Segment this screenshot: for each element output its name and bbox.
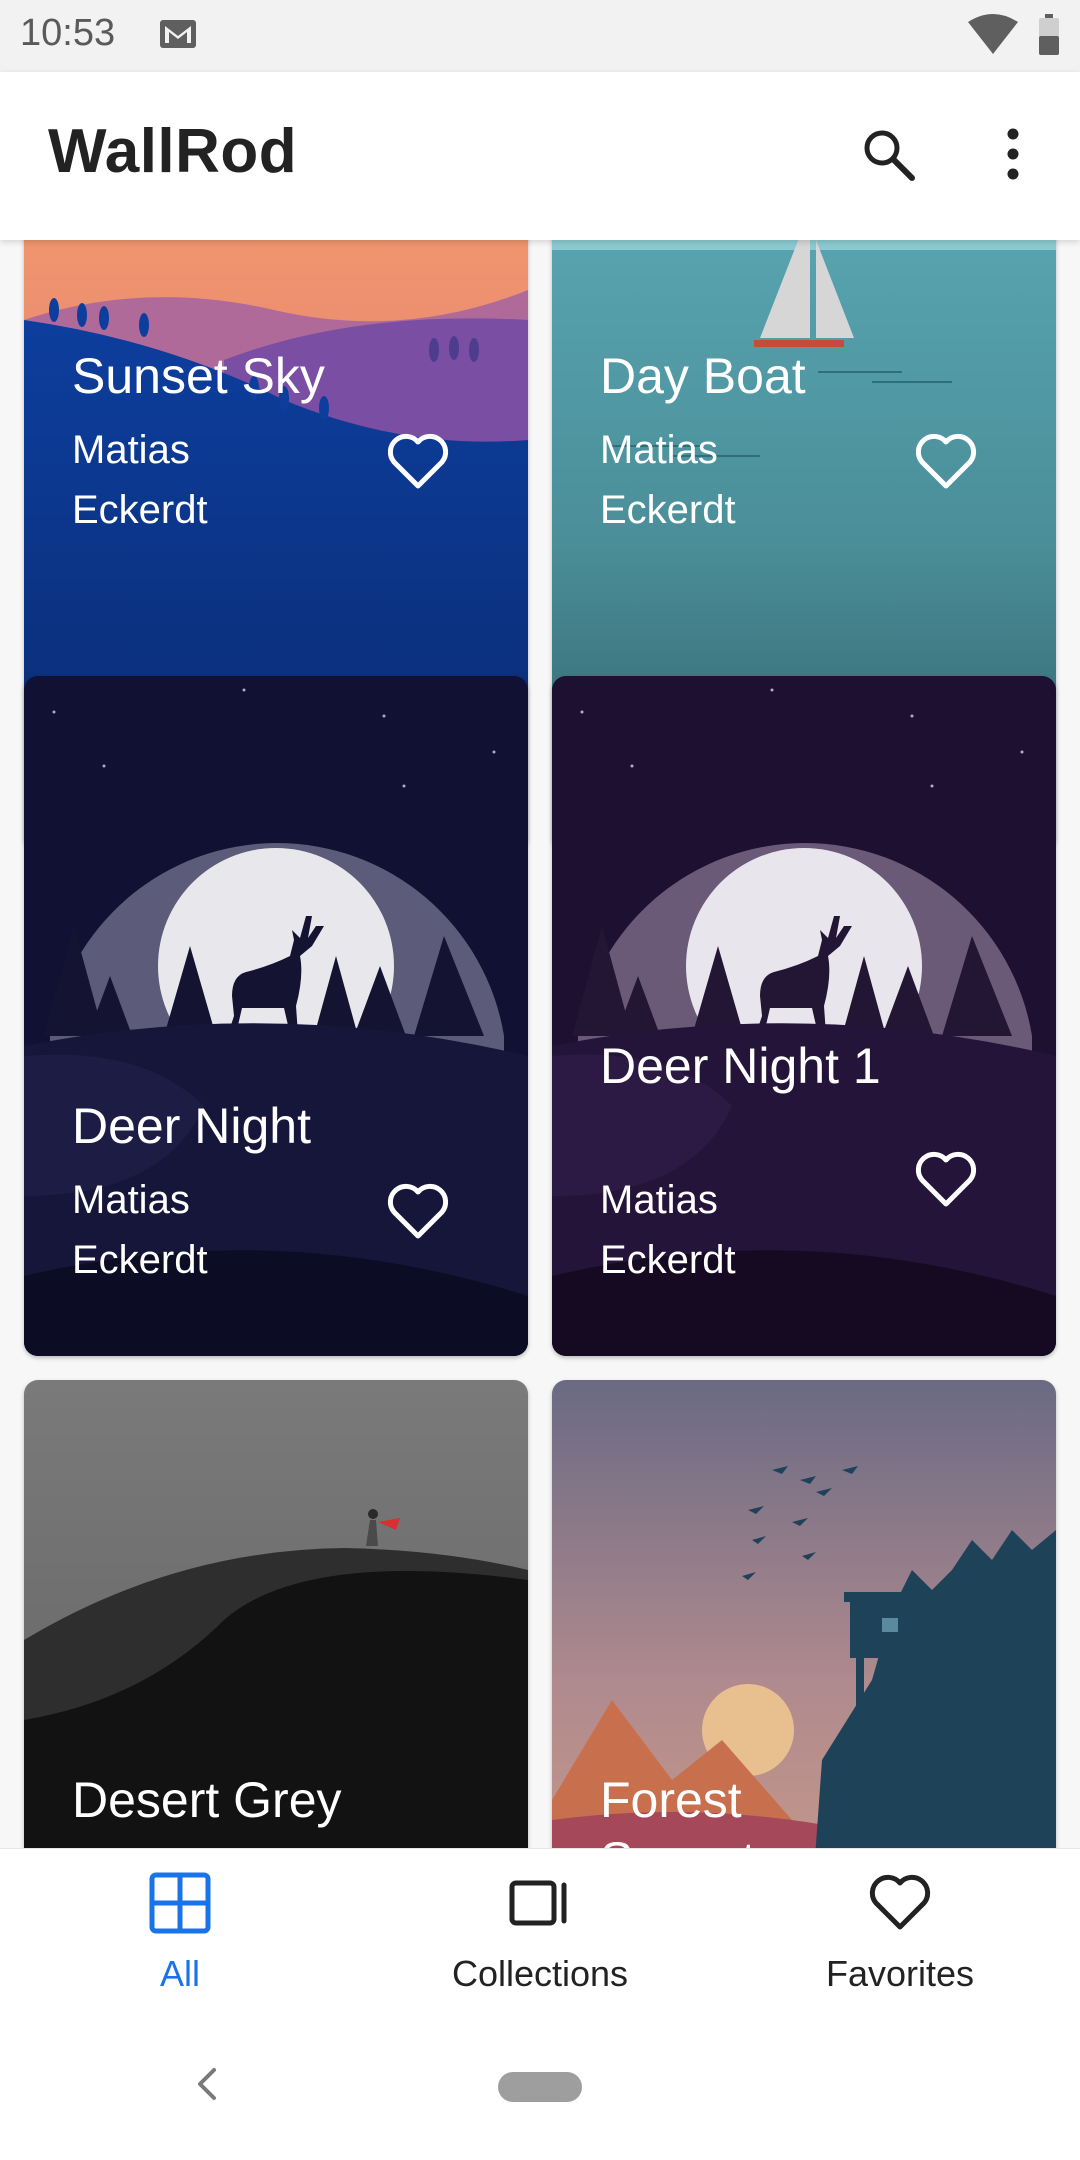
wallpaper-title: Deer Night: [72, 1098, 311, 1154]
grid-icon: [149, 1872, 211, 1934]
heart-icon: [869, 1874, 931, 1930]
mail-icon: [160, 20, 196, 48]
wallpaper-grid: Sunset Sky Matias Eckerdt Day Boat Matia…: [0, 240, 1080, 1848]
wallpaper-card-desert-grey[interactable]: Desert Grey: [24, 1380, 528, 1848]
collections-icon: [509, 1880, 567, 1926]
wallpaper-author: Matias Eckerdt: [600, 428, 736, 532]
nav-label: All: [159, 1953, 200, 1994]
app-bar: WallRod: [0, 72, 1080, 240]
app-title: WallRod: [48, 117, 298, 186]
favorite-heart-icon[interactable]: [914, 1150, 978, 1208]
nav-item-all[interactable]: All: [0, 1849, 360, 2017]
wifi-icon: [968, 14, 1018, 54]
wallpaper-title: Day Boat: [600, 348, 806, 404]
wallpaper-author: Matias Eckerdt: [72, 428, 208, 532]
nav-label: Collections: [451, 1953, 629, 1994]
more-vert-icon[interactable]: [990, 124, 1036, 184]
favorite-heart-icon[interactable]: [914, 432, 978, 490]
wallpaper-author: Matias Eckerdt: [72, 1178, 208, 1282]
wallpaper-card-deer-night[interactable]: Deer Night Matias Eckerdt: [24, 676, 528, 1356]
favorite-heart-icon[interactable]: [386, 1182, 450, 1240]
nav-item-favorites[interactable]: Favorites: [720, 1849, 1080, 2017]
system-nav-bar: [0, 2016, 1080, 2160]
status-bar: 10:53: [0, 0, 1080, 72]
back-icon[interactable]: [190, 2064, 224, 2104]
wallpaper-card-deer-night-1[interactable]: Deer Night 1 Matias Eckerdt: [552, 676, 1056, 1356]
favorite-heart-icon[interactable]: [386, 432, 450, 490]
nav-item-collections[interactable]: Collections: [360, 1849, 720, 2017]
status-time: 10:53: [20, 12, 116, 54]
battery-icon: [1039, 14, 1059, 55]
wallpaper-title: Deer Night 1: [600, 1038, 881, 1094]
search-icon[interactable]: [858, 124, 918, 184]
wallpaper-author: Matias Eckerdt: [600, 1178, 736, 1282]
wallpaper-title: Sunset Sky: [72, 348, 325, 404]
wallpaper-title: Forest Sunset: [600, 1772, 756, 1848]
wallpaper-card-forest-sunset[interactable]: Forest Sunset: [552, 1380, 1056, 1848]
home-pill[interactable]: [498, 2072, 582, 2102]
nav-label: Favorites: [825, 1953, 975, 1994]
wallpaper-title: Desert Grey: [72, 1772, 342, 1828]
bottom-nav: All Collections Favorites: [0, 1848, 1080, 2017]
